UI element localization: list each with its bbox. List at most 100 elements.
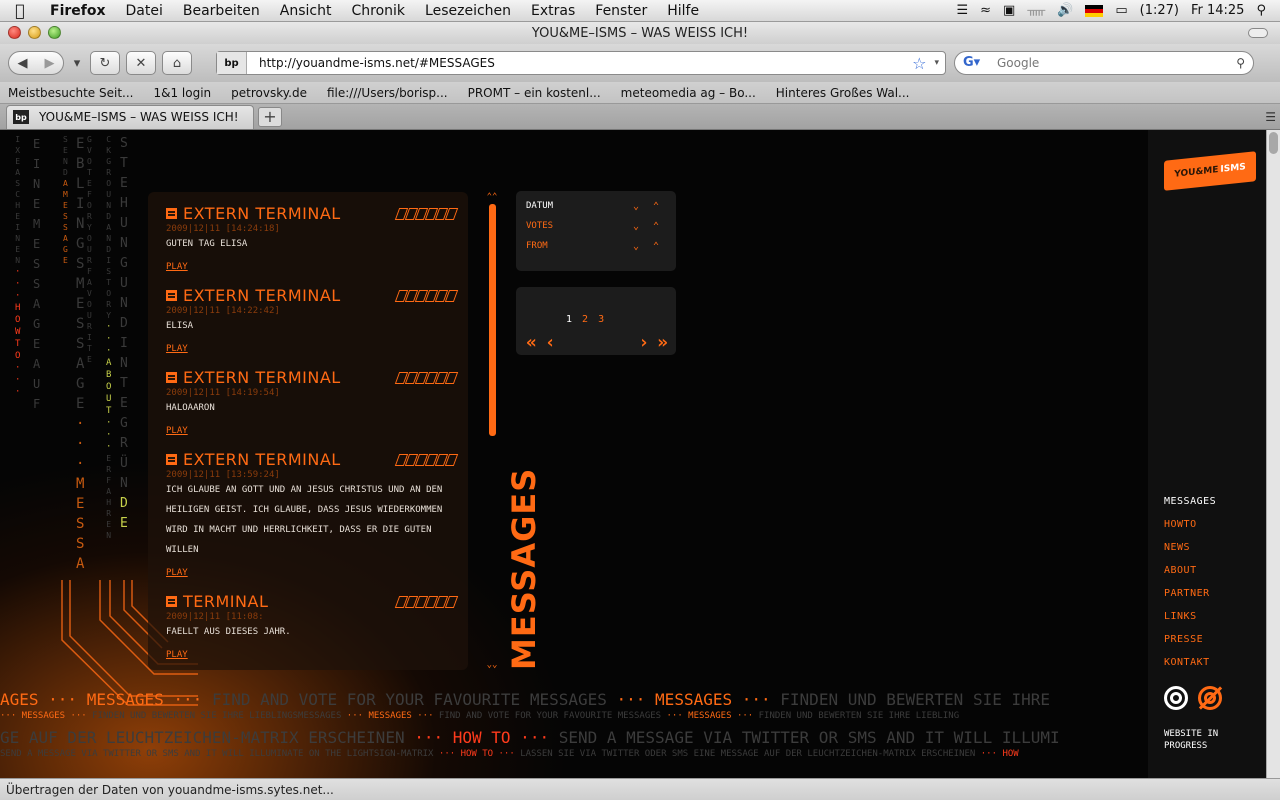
site-identity-badge[interactable]: bp xyxy=(217,52,247,74)
play-link[interactable]: PLAY xyxy=(166,426,188,436)
bookmark-item[interactable]: Hinteres Großes Wal... xyxy=(776,86,910,100)
scroll-down-icon[interactable]: ⌄⌄ xyxy=(486,660,498,670)
bookmark-item[interactable]: petrovsky.de xyxy=(231,86,307,100)
vote-rating[interactable] xyxy=(394,453,459,466)
sort-ascending-icon[interactable]: ⌃ xyxy=(646,201,666,212)
page-number[interactable]: 1 xyxy=(566,314,572,325)
sort-descending-icon[interactable]: ⌄ xyxy=(626,221,646,232)
ticker-letter: · xyxy=(106,346,112,356)
site-logo[interactable]: YOU&ME ISMS xyxy=(1164,151,1256,191)
ticker-line-1: AGES ··· MESSAGES ··· FIND AND VOTE FOR … xyxy=(0,690,1148,709)
home-button[interactable]: ⌂ xyxy=(162,51,192,75)
battery-time[interactable]: (1:27) xyxy=(1140,3,1179,18)
menu-lesezeichen[interactable]: Lesezeichen xyxy=(415,3,521,19)
spotlight-search-icon[interactable]: ⚲ xyxy=(1256,3,1266,18)
page-number[interactable]: 3 xyxy=(598,314,604,325)
search-input[interactable]: Google xyxy=(983,56,1236,70)
nav-howto[interactable]: HOWTO xyxy=(1164,519,1197,530)
nav-news[interactable]: NEWS xyxy=(1164,542,1190,553)
bookmark-item[interactable]: meteomedia ag – Bo... xyxy=(621,86,756,100)
menu-datei[interactable]: Datei xyxy=(116,3,173,19)
google-engine-icon[interactable]: G▾ xyxy=(963,55,983,71)
clock[interactable]: Fr 14:25 xyxy=(1191,3,1244,18)
ticker-letter: · xyxy=(15,279,21,289)
forward-icon[interactable]: ▶ xyxy=(45,56,55,71)
history-dropdown-icon[interactable]: ▾ xyxy=(70,51,84,75)
nav-presse[interactable]: PRESSE xyxy=(1164,634,1203,645)
vote-rating[interactable] xyxy=(394,595,459,608)
bookmark-item[interactable]: PROMT – ein kostenl... xyxy=(468,86,601,100)
ticker-letter: E xyxy=(63,256,68,265)
list-all-tabs-icon[interactable]: ☰ xyxy=(1265,110,1276,124)
volume-icon[interactable]: 🔊 xyxy=(1057,3,1073,18)
scroll-up-icon[interactable]: ⌃⌃ xyxy=(486,192,498,202)
url-text[interactable]: http://youandme-isms.net/#MESSAGES xyxy=(247,56,912,70)
zoom-window-button[interactable] xyxy=(48,26,61,39)
bookmark-item[interactable]: file:///Users/borisp... xyxy=(327,86,448,100)
menu-app-firefox[interactable]: Firefox xyxy=(40,3,116,19)
menu-fenster[interactable]: Fenster xyxy=(585,3,657,19)
nav-about[interactable]: ABOUT xyxy=(1164,565,1197,576)
bookmark-item[interactable]: 1&1 login xyxy=(153,86,211,100)
nav-partner[interactable]: PARTNER xyxy=(1164,588,1210,599)
menu-ansicht[interactable]: Ansicht xyxy=(270,3,342,19)
no-target-icon[interactable] xyxy=(1198,686,1222,710)
back-icon[interactable]: ◀ xyxy=(18,56,28,71)
sort-ascending-icon[interactable]: ⌃ xyxy=(646,241,666,252)
toolbar-toggle-button[interactable] xyxy=(1248,28,1268,38)
tab-youandme-isms[interactable]: bp YOU&ME–ISMS – WAS WEISS ICH! xyxy=(6,104,254,129)
message-header: EXTERN TERMINAL xyxy=(166,450,459,469)
target-icon[interactable] xyxy=(1164,686,1188,710)
page-scrollbar[interactable] xyxy=(1266,130,1280,778)
nav-messages[interactable]: MESSAGES xyxy=(1164,496,1216,507)
url-dropdown-icon[interactable]: ▾ xyxy=(934,58,945,68)
previous-page-icon[interactable]: ‹ xyxy=(545,332,556,353)
play-link[interactable]: PLAY xyxy=(166,262,188,272)
ticker-letter: S xyxy=(63,223,68,232)
nav-kontakt[interactable]: KONTAKT xyxy=(1164,657,1210,668)
apple-icon[interactable]:  xyxy=(0,1,40,20)
minimize-window-button[interactable] xyxy=(28,26,41,39)
menu-chronik[interactable]: Chronik xyxy=(342,3,416,19)
bluetooth-icon[interactable]: ᚅ xyxy=(1027,3,1045,18)
wifi-icon[interactable]: ≈ xyxy=(980,3,991,18)
battery-icon[interactable]: ▭ xyxy=(1115,3,1127,18)
page-scroll-thumb[interactable] xyxy=(1269,132,1278,154)
vote-rating[interactable] xyxy=(394,371,459,384)
reload-button[interactable]: ↻ xyxy=(90,51,120,75)
sort-descending-icon[interactable]: ⌄ xyxy=(626,201,646,212)
address-bar[interactable]: bp http://youandme-isms.net/#MESSAGES ☆ … xyxy=(216,51,946,75)
ticker-segment: AGES ··· xyxy=(0,690,87,709)
play-link[interactable]: PLAY xyxy=(166,344,188,354)
bookmark-star-icon[interactable]: ☆ xyxy=(912,54,934,73)
new-tab-button[interactable]: + xyxy=(258,106,282,127)
search-icon[interactable]: ⚲ xyxy=(1236,56,1245,70)
sort-ascending-icon[interactable]: ⌃ xyxy=(646,221,666,232)
vote-rating[interactable] xyxy=(394,289,459,302)
ticker-segment: MESSAGES xyxy=(86,690,164,709)
stop-button[interactable]: ✕ xyxy=(126,51,156,75)
navigation-toolbar: ◀ ▶ ▾ ↻ ✕ ⌂ bp http://youandme-isms.net/… xyxy=(0,44,1280,82)
ticker-segment: FINDEN UND BEWERTEN SIE IHRE xyxy=(780,690,1050,709)
german-flag-icon[interactable] xyxy=(1085,4,1104,17)
display-icon[interactable]: ▣ xyxy=(1003,3,1015,18)
scroll-thumb[interactable] xyxy=(488,204,496,436)
play-link[interactable]: PLAY xyxy=(166,650,188,660)
next-page-icon[interactable]: › xyxy=(638,332,649,353)
vote-rating[interactable] xyxy=(394,207,459,220)
play-link[interactable]: PLAY xyxy=(166,568,188,578)
menu-bearbeiten[interactable]: Bearbeiten xyxy=(173,3,270,19)
nav-links[interactable]: LINKS xyxy=(1164,611,1197,622)
close-window-button[interactable] xyxy=(8,26,21,39)
ticker-letter: C xyxy=(106,135,112,144)
page-number[interactable]: 2 xyxy=(582,314,588,325)
bookmark-item[interactable]: Meistbesuchte Seit... xyxy=(8,86,133,100)
menu-extras-icon[interactable]: ☰ xyxy=(956,3,968,18)
messages-scrollbar[interactable]: ⌃⌃ ⌄⌄ xyxy=(486,192,498,670)
first-page-icon[interactable]: « xyxy=(526,332,537,353)
last-page-icon[interactable]: » xyxy=(657,332,668,353)
menu-extras[interactable]: Extras xyxy=(521,3,585,19)
search-box[interactable]: G▾ Google ⚲ xyxy=(954,51,1254,75)
sort-descending-icon[interactable]: ⌄ xyxy=(626,241,646,252)
menu-hilfe[interactable]: Hilfe xyxy=(657,3,709,19)
